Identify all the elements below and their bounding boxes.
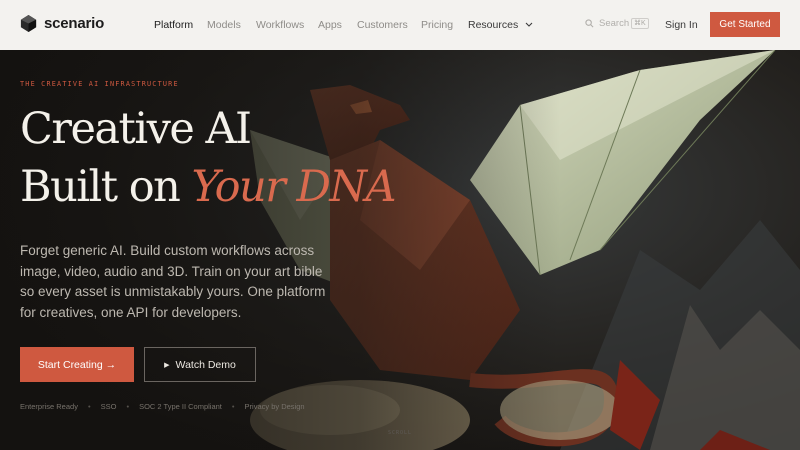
search-placeholder: Search	[599, 18, 630, 29]
trust-badges: Enterprise Ready • SSO • SOC 2 Type II C…	[20, 402, 305, 411]
hero-eyebrow: THE CREATIVE AI INFRASTRUCTURE	[20, 80, 179, 88]
top-navigation: scenario Platform Models Workflows Apps …	[0, 0, 800, 50]
hero-section: THE CREATIVE AI INFRASTRUCTURE Creative …	[0, 50, 800, 450]
badge-privacy: Privacy by Design	[244, 402, 305, 411]
nav-item-models[interactable]: Models	[207, 19, 241, 31]
hero-title-line2-prefix: Built on	[20, 162, 192, 212]
nav-item-pricing[interactable]: Pricing	[421, 19, 453, 31]
hero-title-line1: Creative AI	[20, 104, 252, 154]
search-icon	[585, 19, 594, 28]
sign-in-link[interactable]: Sign In	[665, 19, 698, 31]
nav-item-platform[interactable]: Platform	[154, 19, 193, 31]
hero-title: Creative AI Built on Your DNA	[20, 100, 397, 216]
nav-item-resources-label: Resources	[468, 19, 519, 31]
nav-item-workflows[interactable]: Workflows	[256, 19, 304, 31]
brand-logo[interactable]: scenario	[19, 14, 104, 33]
get-started-button[interactable]: Get Started	[710, 12, 780, 37]
start-creating-button[interactable]: Start Creating →	[20, 347, 134, 382]
badge-soc2: SOC 2 Type II Compliant	[139, 402, 222, 411]
nav-item-apps[interactable]: Apps	[318, 19, 342, 31]
badge-separator: •	[126, 402, 130, 411]
badge-sso: SSO	[100, 402, 117, 411]
nav-item-resources[interactable]: Resources	[468, 19, 533, 31]
badge-separator: •	[87, 402, 91, 411]
badge-enterprise-ready: Enterprise Ready	[20, 402, 78, 411]
chevron-down-icon	[525, 22, 533, 27]
hero-title-accent: Your DNA	[191, 162, 397, 212]
search-box[interactable]: Search ⌘K	[585, 18, 649, 29]
watch-demo-label: Watch Demo	[175, 358, 236, 371]
scenario-logo-icon	[20, 14, 37, 33]
hero-subtitle: Forget generic AI. Build custom workflow…	[20, 243, 326, 320]
watch-demo-button[interactable]: ▶ Watch Demo	[144, 347, 256, 382]
scroll-indicator: SCROLL	[388, 430, 413, 436]
play-icon: ▶	[164, 361, 170, 369]
badge-separator: •	[231, 402, 235, 411]
search-shortcut-badge: ⌘K	[631, 18, 649, 29]
nav-item-customers[interactable]: Customers	[357, 19, 408, 31]
brand-name: scenario	[44, 15, 105, 32]
